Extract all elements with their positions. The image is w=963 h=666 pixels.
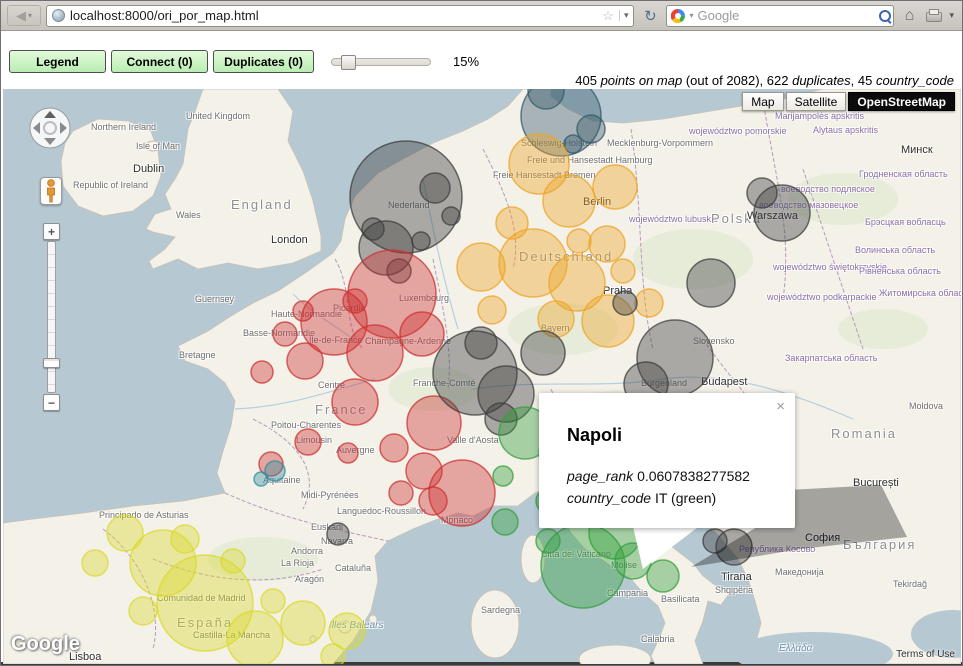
map-marker-orange[interactable] — [542, 174, 596, 228]
pegman-control[interactable] — [40, 177, 62, 205]
map-marker-dark[interactable] — [411, 231, 431, 251]
map-marker-yellow[interactable] — [170, 524, 200, 554]
map-marker-dark[interactable] — [612, 290, 638, 316]
duplicates-button[interactable]: Duplicates (0) — [213, 50, 314, 73]
url-history-dropdown-icon[interactable]: ▾ — [618, 10, 628, 21]
url-input[interactable] — [70, 8, 598, 23]
map-marker-orange[interactable] — [610, 258, 636, 284]
map-marker-green[interactable] — [535, 528, 561, 554]
percent-slider[interactable] — [331, 54, 431, 70]
infowindow-title: Napoli — [567, 425, 623, 445]
reload-icon: ↻ — [644, 7, 657, 25]
bookmark-star-icon[interactable]: ☆ — [602, 8, 614, 24]
infowindow-row-countrycode: country_code IT (green) — [567, 490, 717, 506]
map-marker-red[interactable] — [342, 288, 368, 314]
map-marker-dark[interactable] — [419, 172, 451, 204]
pan-control[interactable] — [28, 106, 72, 150]
pegman-icon — [47, 179, 55, 203]
map-marker-red[interactable] — [272, 321, 298, 347]
map-marker-red[interactable] — [418, 486, 448, 516]
stats-line-1: 405 points on map (out of 2082), 622 dup… — [575, 73, 954, 88]
map-marker-slate[interactable] — [563, 134, 583, 154]
map-marker-red[interactable] — [250, 360, 274, 384]
map-marker-orange[interactable] — [566, 228, 592, 254]
map-marker-dark[interactable] — [326, 522, 350, 546]
map-markers-layer — [81, 89, 907, 664]
legend-button[interactable]: Legend — [9, 50, 106, 73]
site-favicon — [52, 9, 65, 22]
zoom-in-button[interactable]: + — [43, 223, 60, 240]
map-marker-yellow[interactable] — [320, 643, 346, 664]
printer-icon[interactable] — [924, 8, 943, 23]
connect-button[interactable]: Connect (0) — [111, 50, 208, 73]
home-icon: ⌂ — [904, 6, 915, 24]
map-type-openstreetmap-button[interactable]: OpenStreetMap — [848, 92, 955, 111]
search-bar[interactable]: ▾ — [666, 4, 895, 27]
back-button[interactable]: ◀ ▾ — [7, 5, 41, 26]
map-marker-orange[interactable] — [592, 164, 638, 210]
map-canvas[interactable]: Northern Ireland United Kingdom Isle of Ma… — [3, 89, 961, 664]
terms-of-use-link[interactable]: Terms of Use — [896, 649, 955, 660]
map-marker-red[interactable] — [388, 480, 414, 506]
back-dropdown-icon: ▾ — [27, 11, 32, 20]
infowindow-body: page_rank 0.0607838277582 country_code I… — [567, 465, 750, 509]
map-marker-yellow[interactable] — [81, 549, 109, 577]
search-input[interactable] — [697, 8, 874, 23]
map-marker-orange[interactable] — [588, 225, 626, 263]
zoom-slider-track[interactable] — [43, 241, 60, 393]
zoom-out-button[interactable]: − — [43, 394, 60, 411]
map-marker-dark[interactable] — [746, 177, 778, 209]
toolbar-overflow-icon[interactable]: ▾ — [947, 10, 956, 21]
map-marker-red[interactable] — [399, 311, 445, 357]
map-marker-yellow[interactable] — [260, 588, 286, 614]
percent-slider-thumb[interactable] — [341, 54, 356, 70]
map-marker-yellow[interactable] — [220, 548, 246, 574]
map-marker-dark[interactable] — [361, 217, 385, 241]
map-marker-red[interactable] — [292, 300, 314, 322]
map-marker-dark[interactable] — [441, 206, 461, 226]
map-marker-teal[interactable] — [253, 471, 269, 487]
map-marker-yellow[interactable] — [106, 514, 144, 552]
map-marker-yellow[interactable] — [128, 596, 158, 626]
map-marker-red[interactable] — [286, 342, 324, 380]
map-marker-red[interactable] — [346, 324, 404, 382]
address-bar[interactable]: ☆ ▾ — [46, 4, 635, 27]
browser-window: ◀ ▾ ☆ ▾ ↻ ▾ ⌂ ▾ — [0, 0, 963, 666]
map-marker-orange[interactable] — [634, 288, 664, 318]
search-icon[interactable] — [877, 8, 893, 24]
google-maps-logo[interactable]: Google — [11, 633, 80, 656]
infowindow-close-icon[interactable]: × — [776, 398, 785, 415]
page-toolbar: Legend Connect (0) Duplicates (0) 15% 40… — [1, 31, 962, 106]
map-marker-yellow[interactable] — [226, 610, 284, 664]
map-marker-green[interactable] — [646, 559, 680, 593]
reload-button[interactable]: ↻ — [639, 5, 661, 27]
map-marker-red[interactable] — [337, 442, 359, 464]
zoom-slider-thumb[interactable] — [43, 358, 60, 368]
map-marker-red[interactable] — [405, 452, 443, 490]
map-marker-red[interactable] — [331, 378, 379, 426]
map-marker-red[interactable] — [379, 433, 409, 463]
google-logo-icon[interactable] — [671, 8, 686, 23]
zoom-control: + − — [43, 223, 60, 411]
back-icon: ◀ — [15, 7, 26, 23]
home-button[interactable]: ⌂ — [899, 7, 919, 25]
map-marker-orange[interactable] — [477, 295, 507, 325]
map-marker-yellow[interactable] — [280, 600, 326, 646]
map-marker-green[interactable] — [492, 465, 514, 487]
map-type-satellite-button[interactable]: Satellite — [785, 92, 847, 111]
map-type-map-button[interactable]: Map — [742, 92, 784, 111]
percent-value: 15% — [453, 54, 480, 69]
map-marker-red[interactable] — [294, 428, 322, 456]
infowindow-row-pagerank: page_rank 0.0607838277582 — [567, 468, 750, 484]
map-type-control: Map Satellite OpenStreetMap — [742, 92, 955, 111]
map-marker-dark[interactable] — [686, 258, 736, 308]
map-marker-orange[interactable] — [495, 206, 529, 240]
search-engine-dropdown-icon[interactable]: ▾ — [689, 11, 693, 20]
map-marker-dark[interactable] — [464, 326, 498, 360]
browser-toolbar: ◀ ▾ ☆ ▾ ↻ ▾ ⌂ ▾ — [1, 1, 962, 31]
map-marker-green[interactable] — [491, 508, 519, 536]
map-marker-orange[interactable] — [456, 242, 506, 292]
map-marker-dark[interactable] — [520, 330, 566, 376]
infowindow: × Napoli page_rank 0.0607838277582 count… — [539, 393, 795, 528]
